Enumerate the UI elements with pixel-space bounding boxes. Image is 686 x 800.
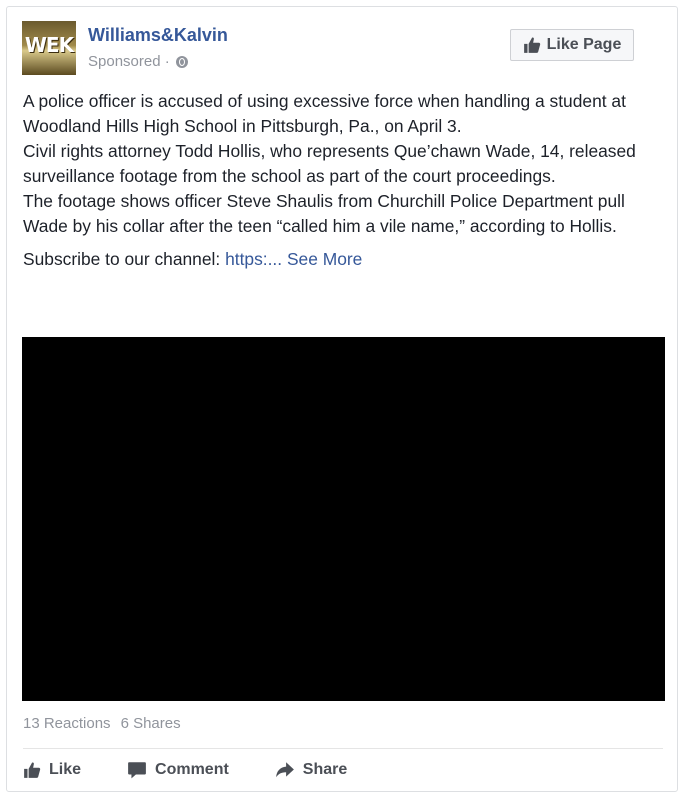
post-stats: 13 Reactions 6 Shares [23, 715, 181, 732]
subscribe-prefix: Subscribe to our channel: [23, 249, 226, 269]
subscribe-line: Subscribe to our channel: https:... See … [23, 247, 663, 272]
shares-count[interactable]: 6 Shares [121, 715, 181, 732]
see-more-link[interactable]: See More [287, 249, 362, 269]
post-card: WEK Williams&Kalvin Sponsored · Like Pag… [6, 6, 678, 792]
page-logo[interactable]: WEK [22, 21, 76, 75]
action-bar: Like Comment Share [23, 755, 663, 785]
post-header: WEK Williams&Kalvin Sponsored · Like Pag… [22, 21, 662, 77]
post-paragraph: A police officer is accused of using exc… [23, 91, 626, 136]
logo-text: WEK [24, 33, 74, 57]
thumbs-up-icon [523, 37, 540, 53]
like-button[interactable]: Like [23, 761, 81, 779]
post-body: A police officer is accused of using exc… [23, 89, 663, 272]
post-paragraph: Civil rights attorney Todd Hollis, who r… [23, 141, 636, 186]
post-paragraph: The footage shows officer Steve Shaulis … [23, 191, 625, 236]
globe-icon [175, 55, 188, 68]
page-name-link[interactable]: Williams&Kalvin [88, 25, 228, 46]
share-arrow-icon [275, 762, 294, 778]
comment-label: Comment [155, 761, 229, 778]
comment-icon [128, 762, 146, 779]
share-label: Share [302, 761, 348, 778]
reactions-count[interactable]: 13 Reactions [23, 715, 111, 732]
comment-button[interactable]: Comment [127, 761, 229, 779]
sponsored-label: Sponsored · [88, 53, 188, 70]
video-player[interactable] [22, 337, 665, 701]
actions-divider [23, 748, 663, 749]
subscribe-link[interactable]: https:... [225, 249, 282, 269]
like-label: Like [49, 761, 82, 778]
like-page-label: Like Page [546, 36, 622, 53]
thumbs-up-icon [24, 762, 41, 778]
sponsored-text: Sponsored · [88, 53, 170, 70]
share-button[interactable]: Share [275, 761, 347, 779]
like-page-button[interactable]: Like Page [510, 29, 634, 61]
